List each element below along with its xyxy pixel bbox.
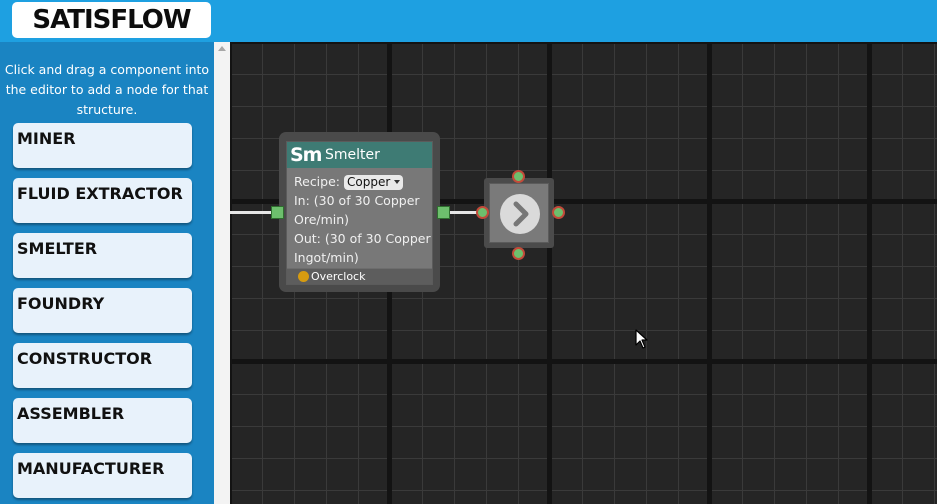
component-manufacturer[interactable]: MANUFACTURER [13, 453, 192, 498]
recipe-value: Copper [347, 174, 391, 189]
component-foundry[interactable]: FOUNDRY [13, 288, 192, 333]
sidebar-help-text: Click and drag a component into the edit… [4, 62, 210, 117]
overclock-label: Overclock [311, 270, 366, 283]
dropdown-caret-icon [394, 180, 401, 184]
component-fluid-extractor[interactable]: FLUID EXTRACTOR [13, 178, 192, 223]
splitter-port-right[interactable] [552, 206, 565, 219]
app-title: SATISFLOW [32, 5, 191, 35]
node-abbreviation: Sm [290, 144, 323, 166]
recipe-label: Recipe: [294, 173, 340, 189]
component-label: CONSTRUCTOR [17, 349, 153, 368]
sidebar-scrollbar[interactable] [214, 42, 230, 504]
node-input-text: In: (30 of 30 Copper Ore/min) [294, 193, 420, 227]
node-title: Smelter [325, 147, 380, 163]
chevron-right-icon [500, 194, 540, 234]
splitter-port-bottom[interactable] [512, 247, 525, 260]
component-assembler[interactable]: ASSEMBLER [13, 398, 192, 443]
component-miner[interactable]: MINER [13, 123, 192, 168]
splitter-inner [489, 183, 549, 243]
splitter-port-top[interactable] [512, 170, 525, 183]
recipe-select[interactable]: Copper [344, 174, 404, 190]
node-editor-canvas[interactable]: Sm Smelter Recipe: Copper In: (30 of 30 … [230, 42, 937, 504]
recipe-row: Recipe: Copper [294, 173, 432, 191]
component-smelter[interactable]: SMELTER [13, 233, 192, 278]
component-label: ASSEMBLER [17, 404, 125, 423]
node-output-port[interactable] [437, 206, 450, 219]
splitter-node[interactable] [484, 178, 554, 248]
component-label: MANUFACTURER [17, 459, 165, 478]
overclock-indicator-icon [298, 271, 309, 282]
node-output-text: Out: (30 of 30 Copper Ingot/min) [294, 231, 431, 265]
splitter-port-left[interactable] [476, 206, 489, 219]
node-input-port[interactable] [271, 206, 284, 219]
component-label: SMELTER [17, 239, 98, 258]
app-logo[interactable]: SATISFLOW [12, 2, 211, 38]
smelter-node[interactable]: Sm Smelter Recipe: Copper In: (30 of 30 … [279, 132, 440, 292]
connection-wire-in [230, 211, 272, 214]
component-label: FOUNDRY [17, 294, 105, 313]
component-label: MINER [17, 129, 76, 148]
component-label: FLUID EXTRACTOR [17, 184, 183, 203]
node-body: Sm Smelter Recipe: Copper In: (30 of 30 … [286, 141, 433, 285]
component-constructor[interactable]: CONSTRUCTOR [13, 343, 192, 388]
node-details: Recipe: Copper In: (30 of 30 Copper Ore/… [294, 173, 432, 267]
mouse-pointer-icon [635, 329, 649, 353]
splitter-frame [484, 178, 554, 248]
component-sidebar: Click and drag a component into the edit… [0, 42, 214, 504]
overclock-toggle[interactable]: Overclock [287, 268, 432, 284]
top-bar: SATISFLOW [0, 0, 937, 42]
node-header[interactable]: Sm Smelter [287, 142, 432, 168]
scroll-up-arrow-icon[interactable] [218, 46, 226, 51]
